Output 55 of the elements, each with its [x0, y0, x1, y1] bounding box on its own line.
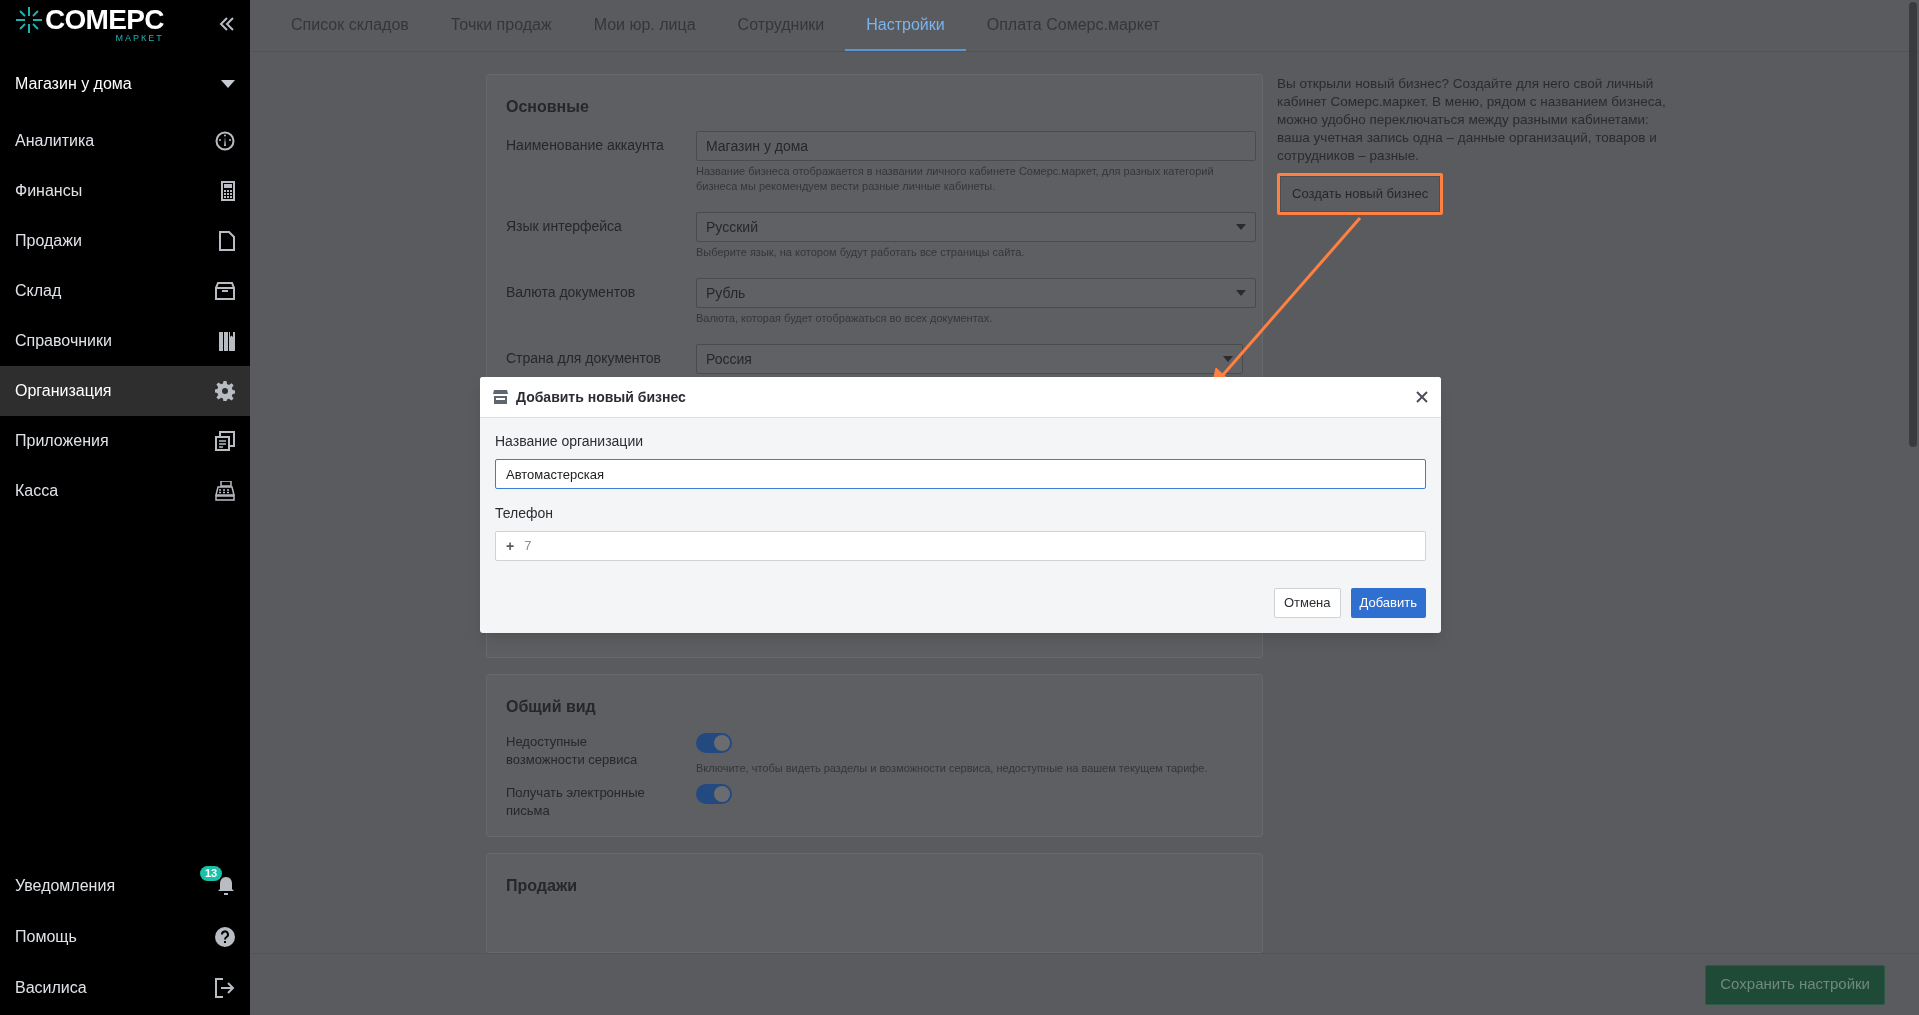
toggle-switch[interactable]: [696, 784, 732, 805]
cash-register-icon: [215, 481, 235, 501]
phone-input[interactable]: 7: [524, 536, 1415, 556]
store-icon: [493, 390, 508, 404]
calculator-icon: [221, 181, 235, 201]
close-icon[interactable]: [1416, 391, 1428, 403]
nav-item[interactable]: Приложения: [0, 416, 250, 466]
add-button[interactable]: Добавить: [1350, 588, 1426, 618]
dialog-title: Добавить новый бизнес: [516, 387, 686, 407]
nav-item[interactable]: Склад: [0, 266, 250, 316]
toggle-label: Получать электронные письма: [506, 784, 646, 821]
nav-item[interactable]: Касса: [0, 466, 250, 516]
document-icon: [219, 231, 235, 251]
phone-field[interactable]: + 7: [495, 531, 1426, 561]
books-icon: [219, 331, 235, 351]
dropdown-icon: [1236, 224, 1246, 230]
nav-item[interactable]: Помощь: [0, 911, 250, 962]
nav-item[interactable]: Василиса: [0, 962, 250, 1013]
windows-icon: [215, 431, 235, 451]
box-icon: [215, 282, 235, 300]
notification-badge: 13: [200, 865, 223, 881]
field-label: Название организации: [495, 432, 645, 451]
help-icon: [215, 926, 235, 947]
nav-item[interactable]: Организация: [0, 366, 250, 416]
field-label: Телефон: [495, 504, 555, 523]
section-title: Основные: [506, 97, 590, 117]
logout-icon: [215, 977, 235, 998]
organization-name-field[interactable]: Автомастерская: [495, 459, 1426, 489]
field-label: Наименование аккаунта: [506, 136, 665, 155]
logo-subtitle: МАРКЕТ: [115, 33, 164, 43]
nav-item[interactable]: Аналитика: [0, 116, 250, 166]
dropdown-icon: [221, 80, 235, 88]
dropdown-icon: [1223, 356, 1233, 362]
field-label: Валюта документов: [506, 283, 637, 302]
gauge-icon: [215, 131, 235, 151]
section-title: Продажи: [506, 876, 579, 897]
section-title: Общий вид: [506, 697, 597, 718]
toggle-label: Недоступные возможности сервиса: [506, 733, 639, 770]
dropdown-icon: [1236, 290, 1246, 296]
phone-prefix: +: [506, 536, 515, 556]
bell-icon: [217, 875, 235, 896]
nav-item[interactable]: Продажи: [0, 216, 250, 266]
nav-item[interactable]: Уведомления 13: [0, 860, 250, 911]
cancel-button[interactable]: Отмена: [1273, 588, 1341, 618]
scrollbar[interactable]: [1909, 2, 1917, 447]
field-label: Страна для документов: [506, 349, 662, 368]
nav-item[interactable]: Финансы: [0, 166, 250, 216]
field-label: Язык интерфейса: [506, 217, 623, 236]
nav-item[interactable]: Справочники: [0, 316, 250, 366]
collapse-icon[interactable]: [219, 17, 235, 31]
logo-title: COMEPC: [45, 5, 164, 34]
account-switcher[interactable]: Магазин у дома: [0, 52, 250, 116]
toggle-switch[interactable]: [696, 733, 732, 754]
settings-icon: [215, 381, 235, 401]
logo-icon: [15, 5, 43, 34]
